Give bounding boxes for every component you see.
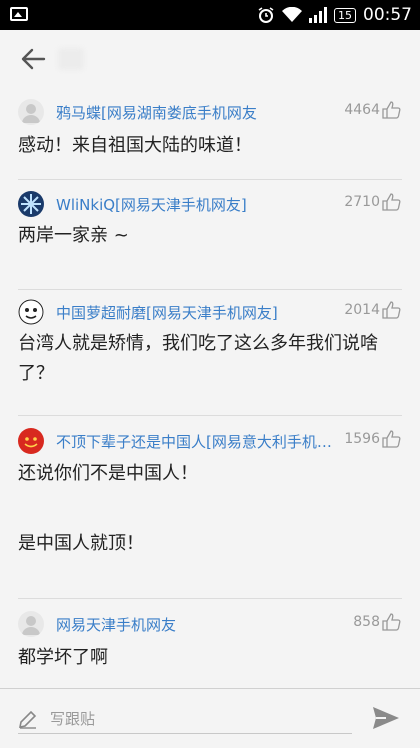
comment-username[interactable]: 不顶下辈子还是中国人[网易意大利手机网...: [56, 431, 344, 452]
comment-list: 鸦马蝶[网易湖南娄底手机网友 4464 感动！来自祖国大陆的味道！ WliNki…: [0, 88, 420, 711]
like-button[interactable]: 2014: [344, 301, 402, 319]
like-count: 858: [353, 614, 380, 630]
reply-input[interactable]: 写跟贴: [18, 703, 352, 734]
wifi-icon: [282, 7, 302, 22]
thumbs-up-icon: [382, 301, 401, 319]
alarm-icon: [258, 7, 274, 23]
thumbs-up-icon: [382, 193, 401, 211]
status-bar: 15 00:57: [0, 0, 420, 30]
avatar[interactable]: [18, 191, 44, 217]
like-count: 4464: [344, 102, 380, 118]
back-arrow-icon[interactable]: [18, 44, 48, 74]
pencil-icon: [18, 710, 37, 729]
like-button[interactable]: 1596: [344, 430, 402, 448]
like-count: 2710: [344, 194, 380, 210]
like-count: 1596: [344, 431, 380, 447]
clock: 00:57: [363, 5, 412, 25]
comment-text: 感动！来自祖国大陆的味道！: [18, 135, 252, 156]
comment-username[interactable]: 网易天津手机网友: [56, 614, 176, 635]
like-button[interactable]: 2710: [344, 193, 402, 211]
thumbs-up-icon: [382, 101, 401, 119]
avatar[interactable]: [18, 299, 44, 325]
comment-item: 中国萝超耐磨[网易天津手机网友] 2014 台湾人就是矫情，我们吃了这么多年我们…: [18, 290, 402, 416]
comment-username[interactable]: WliNkiQ[网易天津手机网友]: [56, 194, 247, 215]
like-count: 2014: [344, 302, 380, 318]
like-button[interactable]: 858: [353, 613, 402, 631]
comment-item: 鸦马蝶[网易湖南娄底手机网友 4464 感动！来自祖国大陆的味道！: [18, 88, 402, 180]
top-bar: [0, 30, 420, 88]
thumbs-up-icon: [382, 613, 401, 631]
like-button[interactable]: 4464: [344, 101, 402, 119]
avatar[interactable]: [18, 428, 44, 454]
comment-text: 还说你们不是中国人！: [18, 463, 198, 484]
avatar[interactable]: [18, 99, 44, 125]
signal-icon: [309, 7, 327, 23]
comment-text: 都学坏了啊: [18, 647, 108, 668]
gallery-icon: [10, 7, 28, 21]
comment-text: 台湾人就是矫情，我们吃了这么多年我们说啥了？: [18, 333, 378, 384]
comment-text-second-line: 是中国人就顶！: [18, 533, 144, 554]
battery-icon: 15: [334, 7, 356, 23]
thumbs-up-icon: [382, 430, 401, 448]
avatar[interactable]: [18, 611, 44, 637]
reply-placeholder: 写跟贴: [50, 710, 96, 728]
reply-bar: 写跟贴: [0, 688, 420, 748]
send-icon[interactable]: [372, 705, 400, 731]
comment-username[interactable]: 中国萝超耐磨[网易天津手机网友]: [56, 302, 278, 323]
comment-item: 不顶下辈子还是中国人[网易意大利手机网... 1596 还说你们不是中国人！ 是…: [18, 416, 402, 599]
comment-text: 两岸一家亲 ~: [18, 225, 129, 246]
comment-item: WliNkiQ[网易天津手机网友] 2710 两岸一家亲 ~: [18, 180, 402, 290]
comment-username[interactable]: 鸦马蝶[网易湖南娄底手机网友: [56, 102, 257, 123]
blurred-title: [58, 48, 84, 70]
